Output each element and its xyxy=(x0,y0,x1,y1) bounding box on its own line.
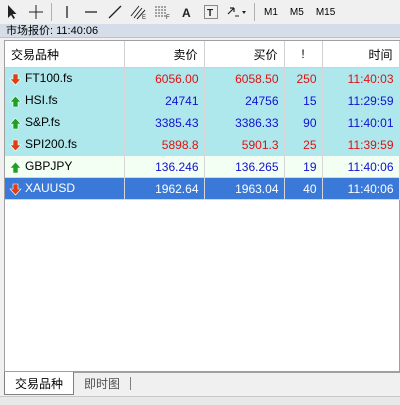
cursor-tool-button[interactable] xyxy=(1,1,23,23)
spread-cell: 250 xyxy=(284,67,323,90)
tab-separator xyxy=(130,377,132,390)
ask-cell: 5901.3 xyxy=(204,133,285,156)
down-arrow-icon xyxy=(9,139,22,152)
column-header-bid[interactable]: 卖价 xyxy=(124,41,205,68)
up-arrow-icon xyxy=(9,95,22,107)
tab-tick-chart[interactable]: 即时图 xyxy=(74,373,130,394)
cursor-icon xyxy=(8,5,17,19)
time-cell: 11:40:03 xyxy=(322,67,400,90)
spread-cell: 90 xyxy=(284,111,323,134)
crosshair-tool-button[interactable] xyxy=(25,1,47,23)
ask-cell: 1963.04 xyxy=(204,177,285,200)
horizontal-line-icon xyxy=(85,11,97,13)
column-header-symbol[interactable]: 交易品种 xyxy=(5,41,125,68)
bid-cell: 5898.8 xyxy=(124,133,205,156)
vertical-line-button[interactable] xyxy=(56,1,78,23)
timeframe-m15-button[interactable]: M15 xyxy=(310,1,341,23)
text-label-button[interactable]: T xyxy=(200,1,222,23)
timeframe-m1-button[interactable]: M1 xyxy=(258,1,284,23)
svg-text:T: T xyxy=(207,8,213,19)
symbol-name: GBPJPY xyxy=(25,159,73,174)
table-row[interactable]: FT100.fs 6056.00 6058.50 250 11:40:03 xyxy=(5,67,400,90)
bid-cell: 136.246 xyxy=(124,155,205,178)
table-row[interactable]: HSI.fs 24741 24756 15 11:29:59 xyxy=(5,89,400,112)
symbol-cell[interactable]: HSI.fs xyxy=(5,89,125,112)
ask-cell: 136.265 xyxy=(204,155,285,178)
ask-cell: 3386.33 xyxy=(204,111,285,134)
market-watch-panel: 交易品种 卖价 买价 ! 时间 FT100.fs 6056.00 6058.50 25… xyxy=(4,40,400,372)
arrows-dropdown-button[interactable] xyxy=(224,1,250,23)
channel-icon: E xyxy=(130,5,146,20)
symbol-name: SPI200.fs xyxy=(25,137,78,152)
trendline-icon xyxy=(108,5,122,19)
timeframe-m5-button[interactable]: M5 xyxy=(284,1,310,23)
arrows-icon xyxy=(227,7,246,17)
bid-cell: 24741 xyxy=(124,89,205,112)
fibonacci-button[interactable]: F xyxy=(152,1,174,23)
time-cell: 11:39:59 xyxy=(322,133,400,156)
svg-text:E: E xyxy=(142,15,146,20)
quotes-table: 交易品种 卖价 买价 ! 时间 FT100.fs 6056.00 6058.50 25… xyxy=(5,41,400,200)
svg-text:F: F xyxy=(166,15,170,20)
symbol-cell[interactable]: XAUUSD xyxy=(5,177,125,200)
tab-symbols[interactable]: 交易品种 xyxy=(4,372,75,395)
column-header-time[interactable]: 时间 xyxy=(322,41,400,68)
equidistant-channel-button[interactable]: E xyxy=(128,1,150,23)
table-header: 交易品种 卖价 买价 ! 时间 xyxy=(5,41,400,68)
spread-cell: 15 xyxy=(284,89,323,112)
symbol-name: FT100.fs xyxy=(25,71,73,86)
symbol-name: HSI.fs xyxy=(25,93,58,108)
up-arrow-icon xyxy=(9,117,22,129)
symbol-name: XAUUSD xyxy=(25,181,76,196)
column-header-ask[interactable]: 买价 xyxy=(204,41,285,68)
horizontal-line-button[interactable] xyxy=(80,1,102,23)
spread-cell: 25 xyxy=(284,133,323,156)
text-label-icon: T xyxy=(204,5,218,19)
toolbar-separator xyxy=(254,3,255,21)
down-arrow-icon xyxy=(9,73,22,86)
trendline-button[interactable] xyxy=(104,1,126,23)
tab-bar: 交易品种 即时图 xyxy=(4,372,400,395)
svg-text:A: A xyxy=(182,6,191,20)
table-row[interactable]: SPI200.fs 5898.8 5901.3 25 11:39:59 xyxy=(5,133,400,156)
toolbar: E F A T M1 M5 M15 xyxy=(0,0,400,25)
symbol-cell[interactable]: FT100.fs xyxy=(5,67,125,90)
time-cell: 11:40:01 xyxy=(322,111,400,134)
table-row[interactable]: S&P.fs 3385.43 3386.33 90 11:40:01 xyxy=(5,111,400,134)
table-row[interactable]: GBPJPY 136.246 136.265 19 11:40:06 xyxy=(5,155,400,178)
bid-cell: 1962.64 xyxy=(124,177,205,200)
time-cell: 11:40:06 xyxy=(322,155,400,178)
down-arrow-icon xyxy=(9,183,22,196)
text-a-icon: A xyxy=(182,6,191,20)
vertical-line-icon xyxy=(66,6,68,18)
symbol-cell[interactable]: SPI200.fs xyxy=(5,133,125,156)
time-cell: 11:40:06 xyxy=(322,177,400,200)
spread-cell: 19 xyxy=(284,155,323,178)
symbol-name: S&P.fs xyxy=(25,115,61,130)
spread-cell: 40 xyxy=(284,177,323,200)
table-row[interactable]: XAUUSD 1962.64 1963.04 40 11:40:06 xyxy=(5,177,400,200)
bid-cell: 3385.43 xyxy=(124,111,205,134)
bid-cell: 6056.00 xyxy=(124,67,205,90)
market-watch-title: 市场报价: 11:40:06 xyxy=(0,24,400,38)
toolbar-separator xyxy=(51,3,52,21)
up-arrow-icon xyxy=(9,161,22,173)
ask-cell: 24756 xyxy=(204,89,285,112)
symbol-cell[interactable]: S&P.fs xyxy=(5,111,125,134)
time-cell: 11:29:59 xyxy=(322,89,400,112)
text-tool-button[interactable]: A xyxy=(176,1,198,23)
fibonacci-icon: F xyxy=(155,6,170,20)
column-header-spread[interactable]: ! xyxy=(284,41,323,68)
crosshair-icon xyxy=(29,5,43,19)
symbol-cell[interactable]: GBPJPY xyxy=(5,155,125,178)
ask-cell: 6058.50 xyxy=(204,67,285,90)
